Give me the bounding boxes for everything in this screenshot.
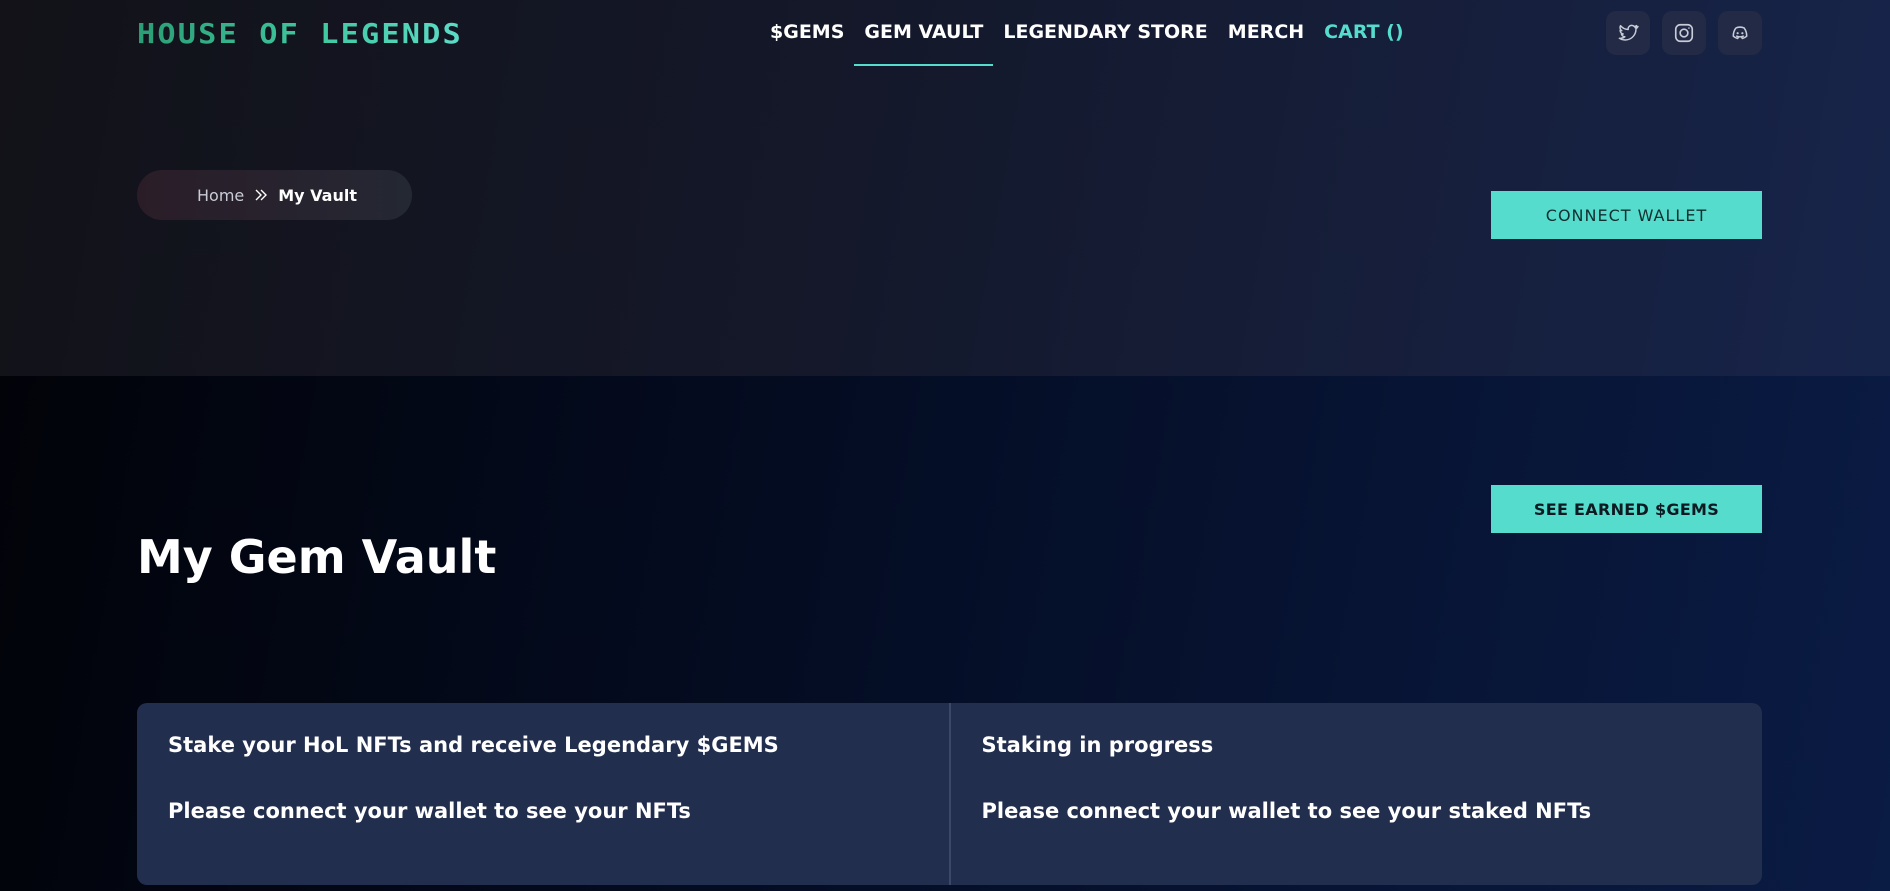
- breadcrumb: Home My Vault: [137, 170, 412, 220]
- stake-panel: Stake your HoL NFTs and receive Legendar…: [137, 703, 949, 885]
- twitter-icon: [1618, 24, 1639, 41]
- discord-button[interactable]: [1718, 11, 1762, 55]
- stake-panel-heading: Stake your HoL NFTs and receive Legendar…: [168, 733, 779, 757]
- vault-panel: Stake your HoL NFTs and receive Legendar…: [137, 703, 1762, 885]
- nav-item-gem-vault[interactable]: GEM VAULT: [854, 0, 994, 66]
- twitter-button[interactable]: [1606, 11, 1650, 55]
- chevron-double-right-icon: [254, 188, 268, 202]
- hero-header: HOUSE OF LEGENDS $GEMS GEM VAULT LEGENDA…: [0, 0, 1890, 376]
- instagram-icon: [1674, 23, 1694, 43]
- staking-panel-heading: Staking in progress: [981, 733, 1214, 757]
- page-title: My Gem Vault: [137, 530, 497, 584]
- nav-item-merch[interactable]: MERCH: [1218, 0, 1314, 66]
- nav-item-legendary-store[interactable]: LEGENDARY STORE: [993, 0, 1217, 66]
- vault-section: SEE EARNED $GEMS My Gem Vault Stake your…: [0, 376, 1890, 891]
- logo-text: HOUSE OF LEGENDS: [137, 16, 463, 50]
- breadcrumb-current: My Vault: [278, 185, 357, 205]
- site-logo[interactable]: HOUSE OF LEGENDS: [137, 17, 461, 50]
- nav-item-cart[interactable]: CART (): [1314, 0, 1413, 66]
- see-earned-gems-button[interactable]: SEE EARNED $GEMS: [1491, 485, 1762, 533]
- main-nav: $GEMS GEM VAULT LEGENDARY STORE MERCH CA…: [760, 0, 1414, 66]
- discord-icon: [1732, 26, 1748, 40]
- instagram-button[interactable]: [1662, 11, 1706, 55]
- nav-item-gems[interactable]: $GEMS: [760, 0, 854, 66]
- staking-progress-panel: Staking in progress Please connect your …: [948, 703, 1763, 885]
- social-links: [1606, 11, 1762, 55]
- breadcrumb-home-link[interactable]: Home: [197, 186, 244, 205]
- staking-panel-message: Please connect your wallet to see your s…: [981, 799, 1592, 823]
- page: HOUSE OF LEGENDS $GEMS GEM VAULT LEGENDA…: [0, 0, 1890, 891]
- connect-wallet-button[interactable]: CONNECT WALLET: [1491, 191, 1762, 239]
- stake-panel-message: Please connect your wallet to see your N…: [168, 799, 691, 823]
